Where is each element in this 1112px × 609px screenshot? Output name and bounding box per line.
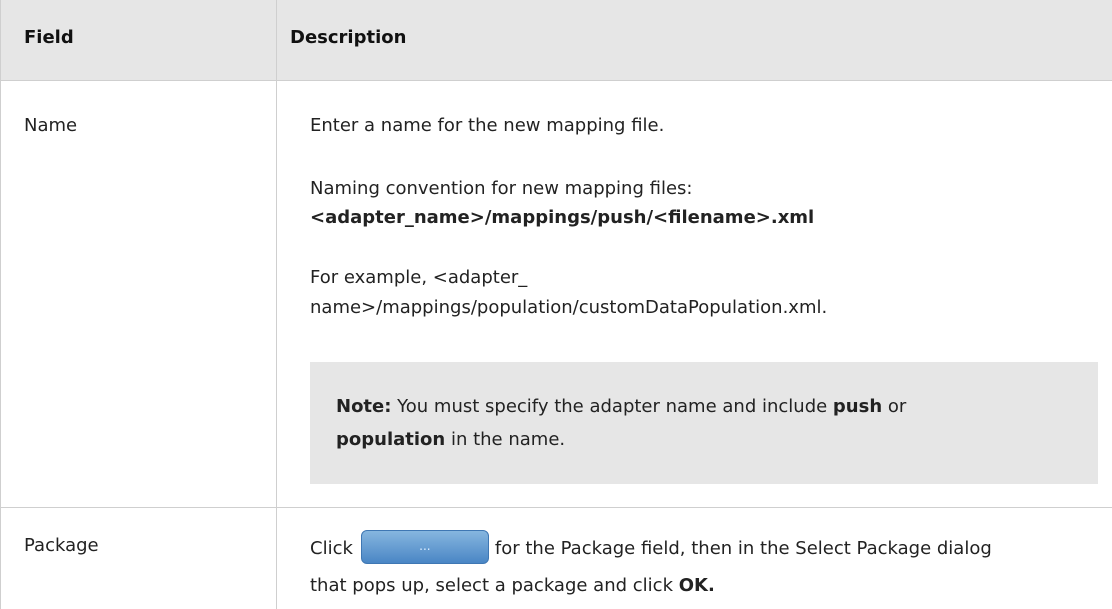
naming-convention-pattern: <adapter_name>/mappings/push/<filename>.…	[310, 207, 815, 228]
row-name-field: Name	[24, 115, 78, 136]
table-header	[0, 0, 1112, 81]
row-package-field: Package	[24, 535, 99, 556]
header-field: Field	[24, 27, 74, 48]
table-left-border	[0, 0, 1, 609]
row-name-description: Enter a name for the new mapping file.	[310, 115, 665, 136]
note-text-3: in the name.	[445, 429, 566, 450]
after-button-text: for the Package field, then in the Selec…	[494, 538, 992, 559]
browse-package-button[interactable]: ...	[360, 530, 489, 564]
row-package-description-line1: Click... for the Package field, then in t…	[310, 530, 992, 566]
note-label: Note:	[336, 396, 392, 417]
column-divider	[276, 0, 277, 609]
note-text: Note: You must specify the adapter name …	[336, 390, 1076, 456]
naming-convention-intro: Naming convention for new mapping files:	[310, 178, 693, 199]
note-text-1: You must specify the adapter name and in…	[391, 396, 833, 417]
package-line2-text: that pops up, select a package and click	[310, 575, 679, 596]
note-keyword-population: population	[336, 429, 446, 450]
field-description-table: Field Description Name Enter a name for …	[0, 0, 1112, 609]
note-box: Note: You must specify the adapter name …	[310, 362, 1098, 484]
example-line-2: name>/mappings/population/customDataPopu…	[310, 297, 828, 318]
row-divider	[0, 507, 1112, 508]
ok-keyword: OK.	[678, 575, 715, 596]
note-text-2: or	[882, 396, 907, 417]
example-line-1: For example, <adapter_	[310, 267, 528, 288]
header-description: Description	[290, 27, 407, 48]
click-text: Click	[310, 538, 353, 559]
row-package-description-line2: that pops up, select a package and click…	[310, 572, 715, 600]
note-keyword-push: push	[832, 396, 883, 417]
